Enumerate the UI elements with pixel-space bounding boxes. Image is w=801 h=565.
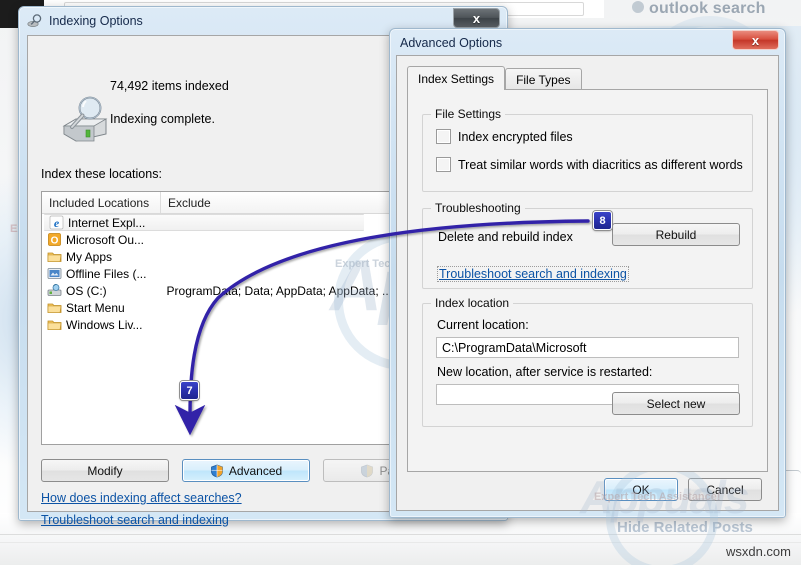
list-item[interactable]: OS (C:) ProgramData; Data; AppData; AppD… xyxy=(42,282,392,299)
list-item-name: Offline Files (... xyxy=(66,266,147,281)
how-does-indexing-affect-searches-link[interactable]: How does indexing affect searches? xyxy=(41,491,242,505)
diacritics-row[interactable]: Treat similar words with diacritics as d… xyxy=(436,157,743,172)
list-item[interactable]: O Microsoft Ou... xyxy=(42,231,392,248)
select-new-button[interactable]: Select new xyxy=(612,392,740,415)
advanced-options-titlebar: Advanced Options xyxy=(390,29,785,57)
diacritics-label: Treat similar words with diacritics as d… xyxy=(458,157,743,172)
index-settings-panel: File Settings Index encrypted files Trea… xyxy=(407,89,768,472)
folder-icon xyxy=(47,317,62,332)
rebuild-button[interactable]: Rebuild xyxy=(612,223,740,246)
index-location-group: Index location Current location: C:\Prog… xyxy=(422,296,753,427)
step-badge-8: 8 xyxy=(593,211,612,230)
screenshot-root: outlook search Hide Related Posts wsxdn.… xyxy=(0,0,801,565)
troubleshooting-group: Troubleshooting Delete and rebuild index… xyxy=(422,201,753,289)
index-encrypted-files-row[interactable]: Index encrypted files xyxy=(436,129,573,144)
list-item-exclude: ProgramData; Data; AppData; AppData; ... xyxy=(166,283,392,298)
list-item-name: Internet Expl... xyxy=(68,215,146,230)
diacritics-checkbox[interactable] xyxy=(436,157,451,172)
advanced-options-tabs: Index Settings File Types xyxy=(407,66,768,90)
list-item-name: My Apps xyxy=(66,249,113,264)
delete-and-rebuild-index-label: Delete and rebuild index xyxy=(438,230,573,244)
index-locations-label: Index these locations: xyxy=(41,167,162,181)
shield-icon xyxy=(210,464,224,478)
current-location-field[interactable]: C:\ProgramData\Microsoft xyxy=(436,337,739,358)
troubleshooting-legend: Troubleshooting xyxy=(431,201,525,215)
indexing-status-icon xyxy=(56,94,114,146)
cancel-button[interactable]: Cancel xyxy=(688,478,762,501)
troubleshoot-search-and-indexing-link[interactable]: Troubleshoot search and indexing xyxy=(41,513,229,527)
outlook-search-icon xyxy=(632,0,644,13)
column-header-included-locations[interactable]: Included Locations xyxy=(42,192,161,213)
list-item[interactable]: e Internet Expl... xyxy=(44,214,364,231)
ok-button[interactable]: OK xyxy=(604,478,678,501)
items-indexed-label: 74,492 items indexed xyxy=(110,79,229,93)
footer-rule-2 xyxy=(0,542,801,543)
new-location-label: New location, after service is restarted… xyxy=(437,365,653,379)
offline-files-icon xyxy=(47,266,62,281)
list-item[interactable]: Windows Liv... xyxy=(42,316,392,333)
file-settings-legend: File Settings xyxy=(431,107,506,121)
indexing-options-icon xyxy=(27,13,43,29)
indexing-status-label: Indexing complete. xyxy=(110,112,215,126)
tab-index-settings[interactable]: Index Settings xyxy=(407,66,506,90)
current-location-label: Current location: xyxy=(437,318,529,332)
internet-explorer-icon: e xyxy=(49,215,64,230)
indexing-options-title: Indexing Options xyxy=(49,14,143,28)
list-header: Included Locations Exclude xyxy=(42,192,392,214)
troubleshoot-search-and-indexing-link[interactable]: Troubleshoot search and indexing xyxy=(437,266,629,282)
advanced-options-close-button[interactable]: x xyxy=(732,30,779,50)
list-item[interactable]: Start Menu xyxy=(42,299,392,316)
folder-icon xyxy=(47,249,62,264)
svg-text:O: O xyxy=(51,236,59,247)
shield-icon xyxy=(360,464,374,478)
index-location-legend: Index location xyxy=(431,296,514,310)
advanced-options-title: Advanced Options xyxy=(400,36,503,50)
index-encrypted-files-checkbox[interactable] xyxy=(436,129,451,144)
index-encrypted-files-label: Index encrypted files xyxy=(458,129,573,144)
advanced-options-footer-buttons: OK Cancel xyxy=(604,478,762,501)
drive-icon xyxy=(47,283,62,298)
file-settings-group: File Settings Index encrypted files Trea… xyxy=(422,107,753,192)
list-item-name: Microsoft Ou... xyxy=(66,232,145,247)
folder-icon xyxy=(47,300,62,315)
list-item-name: Windows Liv... xyxy=(66,317,143,332)
tab-file-types[interactable]: File Types xyxy=(505,68,582,90)
indexing-options-close-button[interactable]: x xyxy=(453,8,500,28)
svg-text:e: e xyxy=(54,216,60,230)
list-item[interactable]: My Apps xyxy=(42,248,392,265)
step-badge-7: 7 xyxy=(180,381,199,400)
site-watermark: wsxdn.com xyxy=(725,544,791,559)
advanced-button[interactable]: Advanced xyxy=(182,459,310,482)
outlook-search-label: outlook search xyxy=(632,0,766,18)
list-item-name: Start Menu xyxy=(66,300,125,315)
list-item[interactable]: Offline Files (... xyxy=(42,265,392,282)
advanced-options-body: Index Settings File Types File Settings … xyxy=(396,55,779,511)
outlook-icon: O xyxy=(47,232,62,247)
list-rows: e Internet Expl... O Microsoft Ou... My … xyxy=(42,214,392,333)
advanced-button-label: Advanced xyxy=(228,463,283,478)
hide-related-posts-label[interactable]: Hide Related Posts xyxy=(617,519,753,536)
advanced-options-window: Advanced Options x Index Settings File T… xyxy=(389,28,786,518)
included-locations-list[interactable]: Included Locations Exclude e Internet Ex… xyxy=(41,191,393,445)
column-header-exclude[interactable]: Exclude xyxy=(161,192,392,213)
modify-button[interactable]: Modify xyxy=(41,459,169,482)
list-item-name: OS (C:) xyxy=(66,283,107,298)
